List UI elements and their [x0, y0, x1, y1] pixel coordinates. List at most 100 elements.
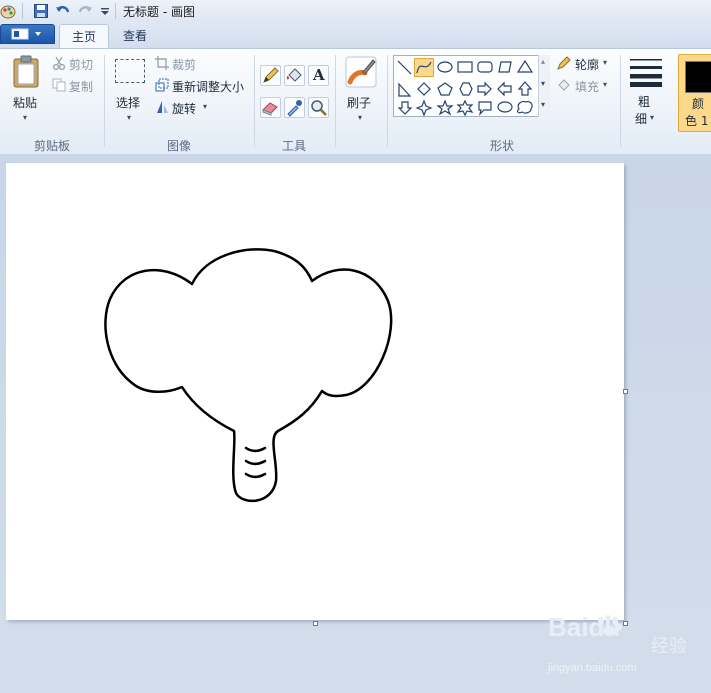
five-point-star-shape-icon [436, 99, 454, 116]
select-dropdown-icon: ▾ [127, 113, 132, 122]
fill-label: 填充 [575, 80, 600, 94]
line-shape-icon [397, 60, 412, 75]
oval-callout-shape-icon [497, 101, 513, 113]
watermark-url: jingyan.baidu.com [548, 662, 637, 674]
pencil-icon [263, 67, 279, 83]
paste-button[interactable]: 粘贴 ▾ [6, 53, 46, 125]
color-1-swatch [685, 61, 711, 93]
hexagon-shape-icon [459, 82, 473, 96]
brushes-button[interactable]: 刷子 ▾ [341, 53, 381, 125]
diamond-shape-icon [417, 82, 431, 96]
shapes-gallery [393, 55, 550, 117]
line-width-icon [630, 59, 662, 87]
rounded-callout-shape-icon [478, 101, 492, 116]
up-arrow-shape-icon [517, 81, 533, 96]
redo-icon[interactable] [77, 3, 93, 19]
ribbon-tab-row: 主页 查看 [0, 22, 711, 48]
pencil-tool-button[interactable] [260, 65, 281, 86]
rounded-rectangle-shape-icon [477, 61, 493, 73]
fill-tool-button[interactable] [284, 65, 305, 86]
cut-button[interactable]: 剪切 [52, 55, 100, 73]
image-group-label: 图像 [167, 139, 192, 153]
file-menu-button[interactable] [0, 24, 55, 44]
cut-label: 剪切 [69, 58, 94, 72]
trunk-line-3 [244, 472, 267, 479]
paste-label: 粘贴 [13, 96, 38, 110]
pentagon-shape-icon [437, 82, 453, 96]
outline-pencil-icon [557, 56, 571, 70]
copy-button[interactable]: 复制 [52, 77, 100, 95]
shapes-gallery-scroll: ▴ ▾ ▾ [538, 55, 550, 117]
save-icon[interactable] [33, 3, 49, 19]
fill-bucket-icon [558, 79, 570, 91]
file-menu-icon [11, 28, 41, 40]
left-arrow-shape-icon [497, 81, 512, 97]
magnifier-tool-button[interactable] [308, 97, 329, 118]
color-1-button[interactable]: 颜 色 1 [678, 54, 711, 132]
right-triangle-shape-icon [398, 82, 412, 97]
group-separator [335, 55, 336, 147]
rotate-icon [157, 101, 168, 113]
fill-icon [286, 68, 302, 82]
select-button[interactable]: 选择 ▾ [110, 53, 150, 125]
shapes-group-label: 形状 [490, 139, 515, 153]
paint-app-icon[interactable] [0, 3, 16, 19]
trunk-line-2 [244, 459, 267, 466]
size-label-line2: 细 [635, 112, 648, 126]
rotate-button[interactable]: 旋转 ▾ [155, 99, 215, 117]
resize-icon [155, 78, 169, 92]
color-picker-tool-button[interactable] [284, 97, 305, 118]
resize-handle-bottom[interactable] [313, 621, 318, 626]
down-arrow-shape-icon [397, 101, 413, 115]
brushes-label: 刷子 [347, 96, 372, 110]
rotate-label: 旋转 [172, 102, 197, 116]
text-tool-button[interactable]: A [308, 65, 329, 86]
copy-label: 复制 [69, 80, 94, 94]
clipboard-icon [13, 55, 39, 88]
resize-label: 重新调整大小 [172, 80, 245, 94]
crop-button[interactable]: 裁剪 [155, 55, 203, 73]
shapes-gallery-grid [397, 59, 534, 117]
resize-handle-right[interactable] [623, 389, 628, 394]
triangle-shape-icon [516, 59, 534, 73]
six-point-star-shape-icon [456, 99, 474, 117]
cloud-callout-shape-icon [516, 100, 533, 114]
four-point-star-shape-icon [415, 99, 433, 117]
scissors-icon [52, 56, 66, 70]
undo-icon[interactable] [55, 3, 71, 19]
drawing-canvas[interactable] [6, 163, 624, 620]
tab-home[interactable]: 主页 [59, 24, 110, 48]
rotate-dropdown-icon: ▾ [203, 102, 208, 111]
size-button[interactable]: 粗 细 ▾ [626, 53, 668, 131]
trunk-line-1 [244, 446, 267, 453]
title-bar: 无标题 - 画图 [0, 0, 711, 23]
title-separator [115, 3, 116, 19]
oval-shape-icon [437, 61, 453, 73]
customize-dropdown-icon[interactable] [97, 3, 113, 19]
group-separator [620, 55, 621, 147]
window-title: 无标题 - 画图 [123, 5, 195, 19]
size-dropdown-icon: ▾ [650, 113, 655, 122]
eraser-tool-button[interactable] [260, 97, 281, 118]
fill-shape-button[interactable]: 填充 ▾ [556, 77, 616, 95]
group-separator [104, 55, 105, 147]
gallery-scroll-down-button[interactable]: ▾ [541, 79, 545, 88]
elephant-drawing [104, 248, 393, 503]
resize-button[interactable]: 重新调整大小 [155, 77, 251, 95]
color-1-label-line1: 颜 [692, 97, 705, 111]
gallery-expand-button[interactable]: ▾ [541, 100, 545, 109]
brush-icon [345, 56, 377, 88]
curve-shape-icon [416, 61, 432, 74]
group-separator [387, 55, 388, 147]
outline-dropdown-icon: ▾ [603, 58, 608, 67]
tools-group-label: 工具 [282, 139, 307, 153]
group-separator [254, 55, 255, 147]
watermark-cn: 经验 [651, 636, 687, 657]
tab-view[interactable]: 查看 [111, 24, 159, 48]
quick-access-separator [22, 3, 23, 19]
gallery-scroll-up-button[interactable]: ▴ [541, 57, 545, 66]
color-1-label-line2: 色 1 [685, 114, 709, 128]
text-icon: A [313, 66, 325, 84]
outline-button[interactable]: 轮廓 ▾ [556, 55, 616, 73]
magnifier-icon [311, 100, 327, 116]
